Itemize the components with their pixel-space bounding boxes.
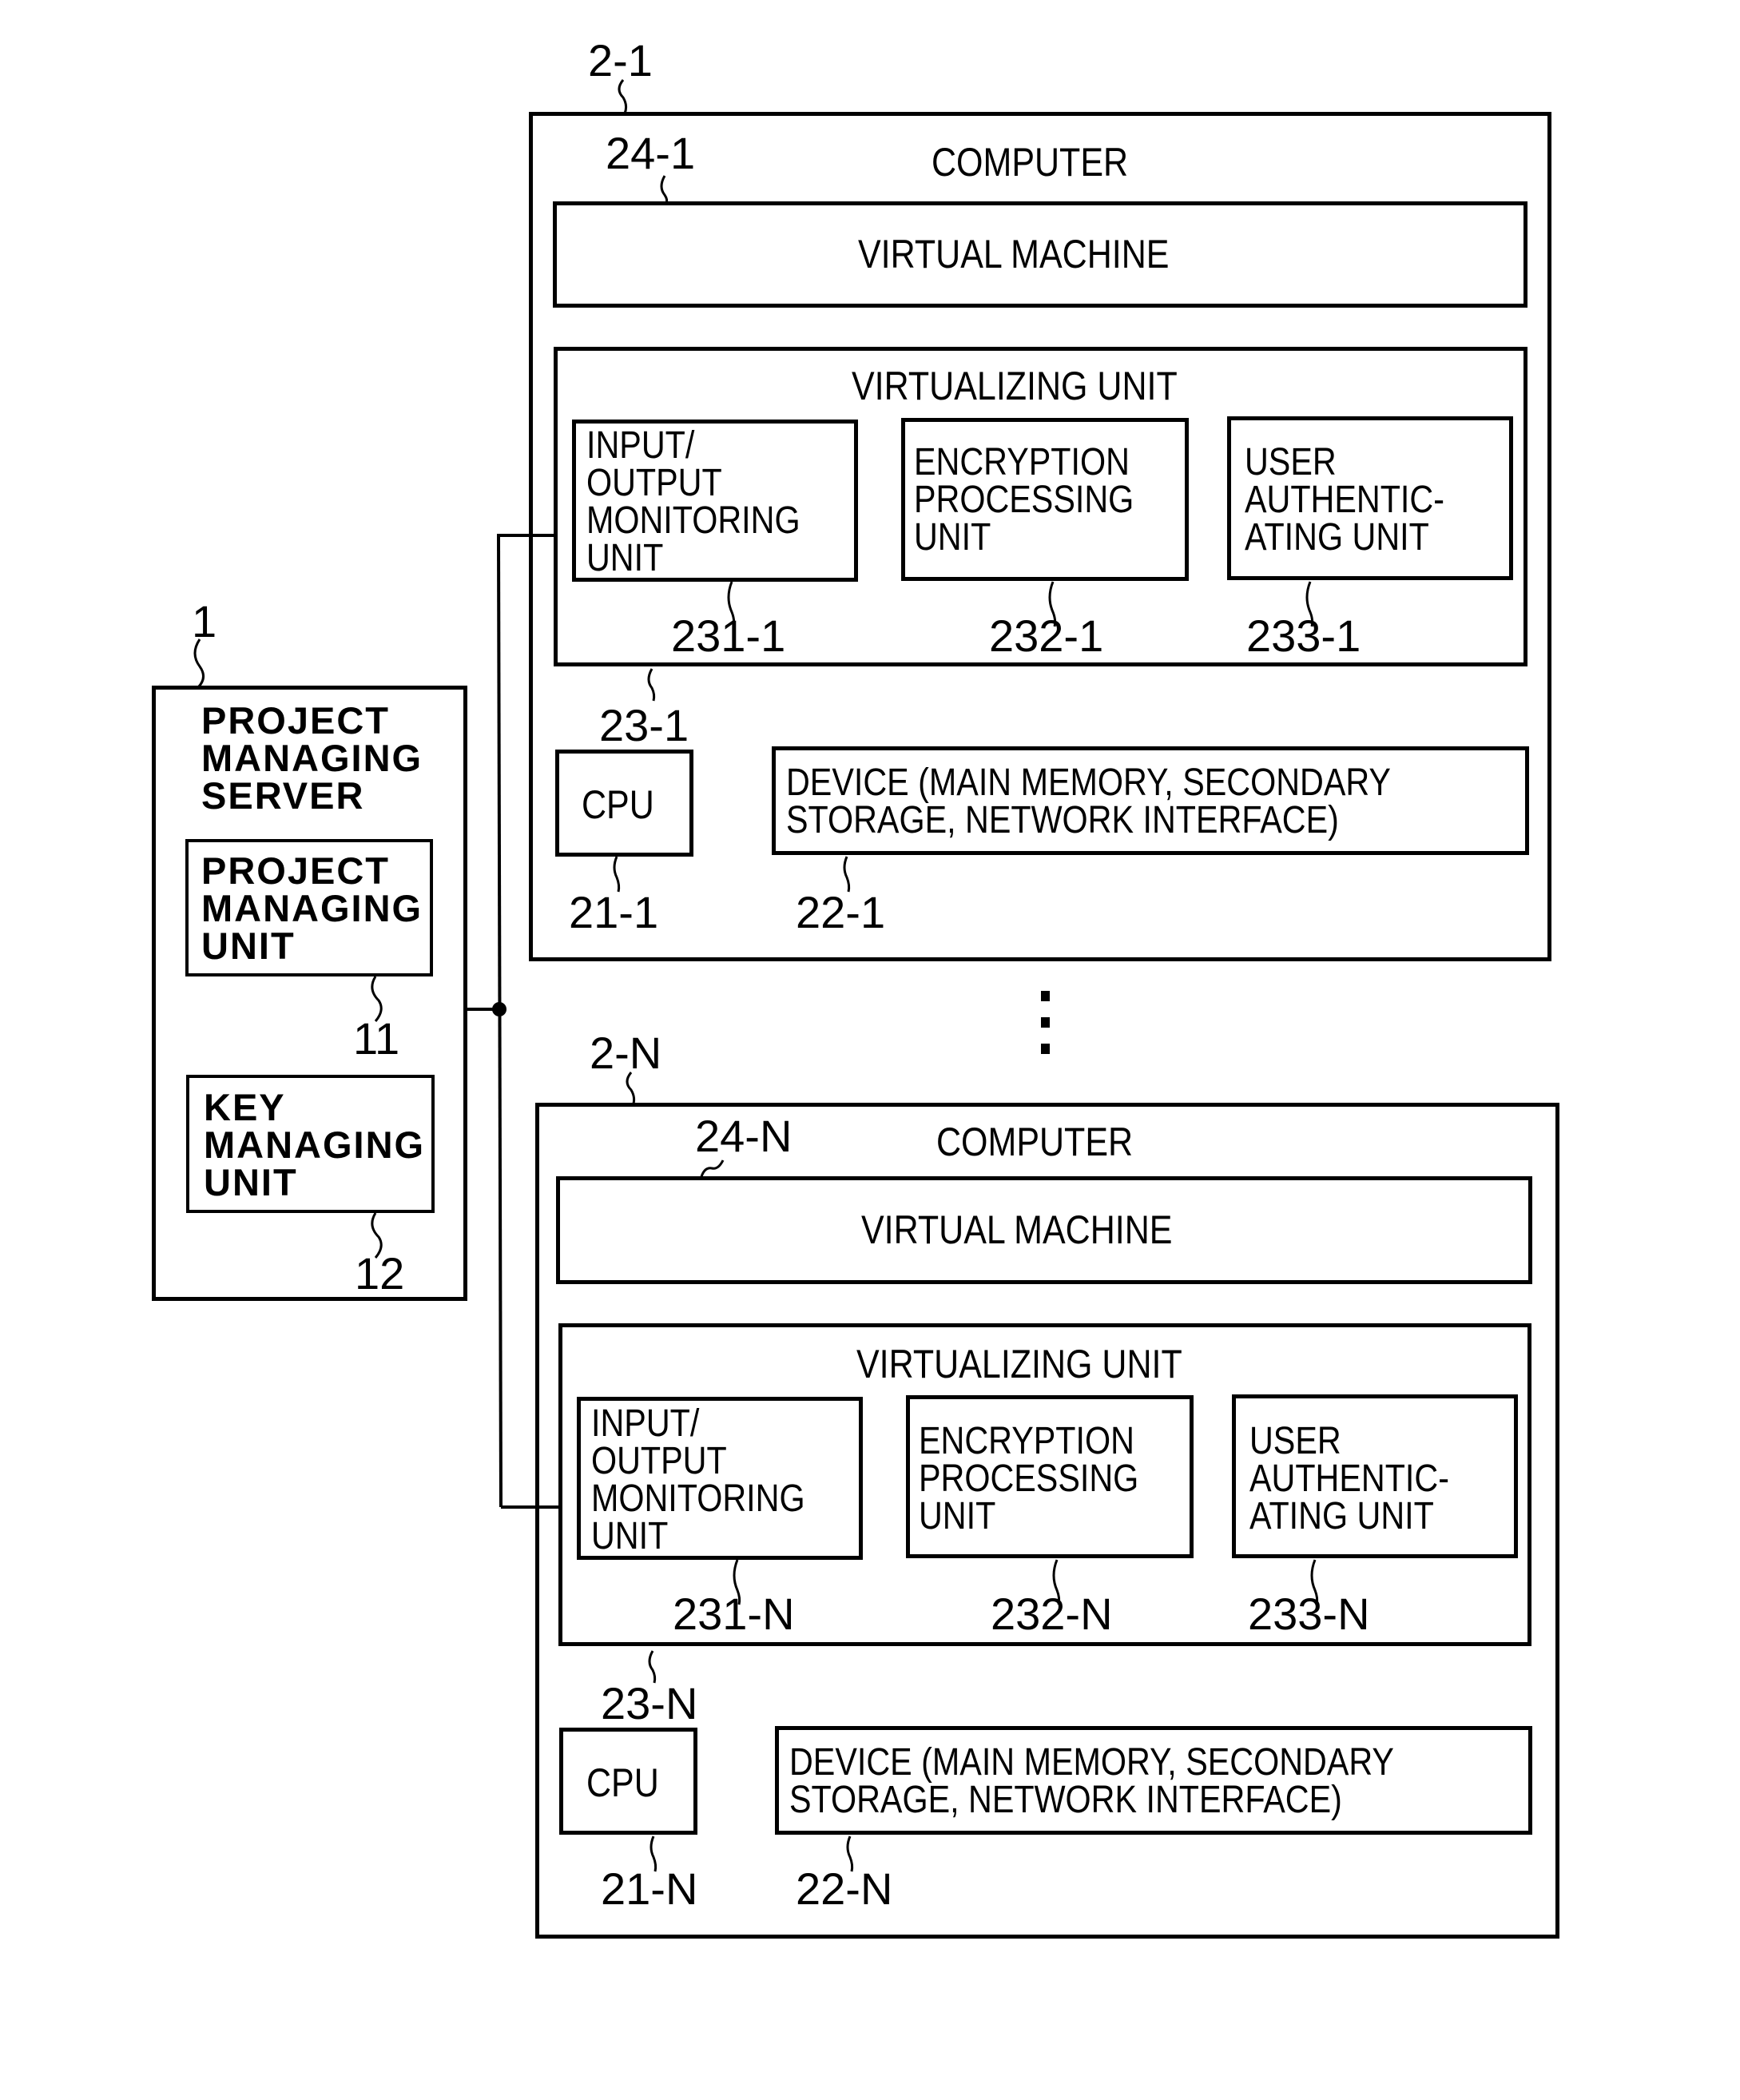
computer-1-ref: 2-1 [588, 35, 653, 86]
server-ref: 1 [192, 596, 217, 646]
cpu-n-ref: 21-N [601, 1863, 698, 1914]
cpu-1-label: CPU [582, 782, 654, 827]
server-title: PROJECT MANAGING SERVER [201, 699, 423, 817]
key-managing-unit-ref: 12 [355, 1248, 405, 1299]
user-authenticating-unit-n-ref: 233-N [1248, 1589, 1370, 1639]
encryption-processing-unit-1-label: ENCRYPTION PROCESSING UNIT [914, 441, 1134, 559]
project-managing-unit-ref: 11 [353, 1013, 400, 1064]
user-authenticating-unit-n-label: USER AUTHENTIC- ATING UNIT [1249, 1420, 1449, 1537]
virtual-machine-n-label: VIRTUAL MACHINE [861, 1207, 1173, 1252]
ellipsis-dot [1041, 1017, 1050, 1028]
io-monitoring-unit-1-ref: 231-1 [671, 611, 786, 661]
leader-1 [193, 638, 205, 689]
virtual-machine-n-ref: 24-N [695, 1111, 793, 1161]
bus-line [497, 535, 503, 1508]
computer-1-title: COMPUTER [932, 140, 1129, 185]
ellipsis-dot [1041, 991, 1050, 1001]
virtualizing-unit-n-ref: 23-N [601, 1678, 698, 1728]
io-monitoring-unit-1-label: INPUT/ OUTPUT MONITORING UNIT [586, 424, 800, 579]
computer-n-ref: 2-N [590, 1028, 662, 1078]
cpu-n-label: CPU [586, 1760, 659, 1805]
project-managing-unit-label: PROJECT MANAGING UNIT [201, 849, 423, 967]
io-monitoring-unit-n-ref: 231-N [673, 1589, 795, 1639]
device-1-ref: 22-1 [796, 887, 886, 937]
virtual-machine-1-label: VIRTUAL MACHINE [858, 232, 1170, 276]
bus-junction [492, 1002, 507, 1016]
user-authenticating-unit-1-ref: 233-1 [1246, 611, 1361, 661]
device-n-label: DEVICE (MAIN MEMORY, SECONDARY STORAGE, … [789, 1741, 1394, 1821]
virtualizing-unit-n-label: VIRTUALIZING UNIT [856, 1342, 1182, 1386]
encryption-processing-unit-n-label: ENCRYPTION PROCESSING UNIT [919, 1420, 1139, 1537]
device-1-label: DEVICE (MAIN MEMORY, SECONDARY STORAGE, … [786, 762, 1391, 841]
virtual-machine-1-ref: 24-1 [606, 128, 696, 178]
computer-n-title: COMPUTER [936, 1120, 1134, 1164]
encryption-processing-unit-n-ref: 232-N [991, 1589, 1113, 1639]
io-monitoring-unit-n-label: INPUT/ OUTPUT MONITORING UNIT [591, 1402, 805, 1557]
virtualizing-unit-1-ref: 23-1 [599, 700, 689, 750]
cpu-1-ref: 21-1 [569, 887, 659, 937]
key-managing-unit-label: KEY MANAGING UNIT [204, 1086, 426, 1203]
device-n-ref: 22-N [796, 1863, 893, 1914]
ellipsis-dot [1041, 1044, 1050, 1054]
virtualizing-unit-1-label: VIRTUALIZING UNIT [852, 364, 1178, 408]
user-authenticating-unit-1-label: USER AUTHENTIC- ATING UNIT [1245, 441, 1444, 559]
encryption-processing-unit-1-ref: 232-1 [989, 611, 1104, 661]
